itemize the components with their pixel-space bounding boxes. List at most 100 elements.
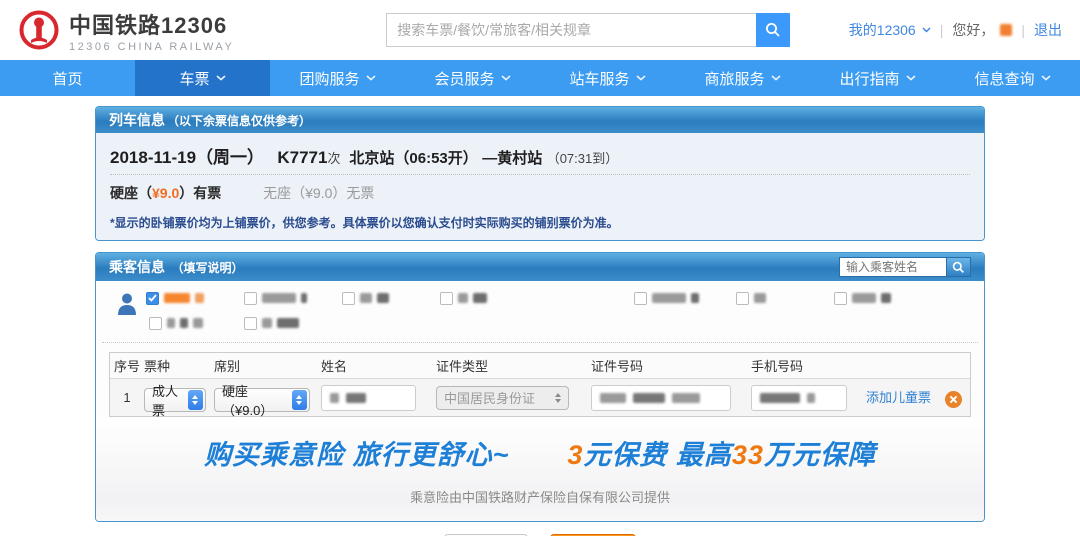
passenger-info-panel: 乘客信息 （填写说明） 输入乘客姓名 序号 票种 席别 姓名 证件类型 证件号码… (95, 252, 985, 522)
passenger-checkbox-item[interactable] (736, 290, 766, 306)
logout-link[interactable]: 退出 (1034, 20, 1062, 40)
redacted-passenger-name (458, 293, 468, 303)
redacted-passenger-name (377, 293, 389, 303)
insurance-headline: 购买乘意险 旅行更舒心~ (204, 440, 510, 470)
add-child-ticket-link[interactable]: 添加儿童票 (866, 390, 931, 405)
checkbox-unchecked (244, 316, 257, 330)
chevron-down-icon (770, 75, 781, 81)
redacted-passenger-name (473, 293, 487, 303)
arrive-time: （07:31到） (546, 151, 619, 166)
to-station: 黄村站 (497, 150, 543, 167)
insurance-banner: 购买乘意险 旅行更舒心~ 3元保费 最高33万元保障 乘意险由中国铁路财产保险自保… (96, 417, 984, 521)
redacted-passenger-name (652, 293, 686, 303)
passenger-checkbox-item[interactable] (440, 290, 487, 306)
train-date: 2018-11-19（周一） (110, 148, 265, 167)
passenger-table: 序号 票种 席别 姓名 证件类型 证件号码 手机号码 1 成人票 硬座（¥9.0… (109, 352, 971, 418)
phone-number-input[interactable] (751, 384, 847, 411)
chevron-down-icon (365, 75, 376, 81)
id-type-select: 中国居民身份证 (436, 385, 569, 410)
train-panel-title: 列车信息 (109, 112, 165, 128)
from-station: 北京站 (349, 150, 395, 167)
ticket-type-select[interactable]: 成人票 (144, 384, 206, 418)
checkbox-unchecked (149, 316, 162, 330)
passenger-checkbox-item[interactable] (146, 290, 204, 306)
site-logo[interactable]: 中国铁路12306 12306 CHINA RAILWAY (18, 8, 234, 53)
nav-item-info-query[interactable]: 信息查询 (945, 60, 1080, 96)
insurance-provider-text: 乘意险由中国铁路财产保险自保有限公司提供 (409, 490, 670, 505)
redacted-passenger-name (180, 318, 188, 328)
table-header-row: 序号 票种 席别 姓名 证件类型 证件号码 手机号码 (110, 353, 970, 379)
seat-soldout: 无座（¥9.0）无票 (263, 185, 375, 201)
divider: | (1021, 22, 1025, 38)
name-input[interactable] (321, 384, 416, 411)
train-info-panel: 列车信息 （以下余票信息仅供参考） 2018-11-19（周一） K7771次 … (95, 106, 985, 241)
nav-item-tickets[interactable]: 车票 (135, 60, 270, 96)
nav-item-home[interactable]: 首页 (0, 60, 135, 96)
nav-item-member-services[interactable]: 会员服务 (405, 60, 540, 96)
saved-passenger-list (146, 290, 970, 342)
chevron-down-icon (215, 75, 226, 81)
redacted-passenger-name (262, 318, 272, 328)
redacted-passenger-name (164, 293, 190, 303)
train-panel-title-note: （以下余票信息仅供参考） (167, 113, 312, 128)
passenger-checkbox-item[interactable] (244, 315, 299, 331)
checkbox-unchecked (634, 291, 647, 305)
person-icon (118, 293, 136, 315)
redacted-passenger-name (691, 293, 699, 303)
passenger-name-search-button[interactable] (947, 257, 971, 277)
passenger-checkbox-item[interactable] (634, 290, 699, 306)
redacted-passenger-name (301, 293, 307, 303)
site-search-button[interactable] (756, 13, 791, 47)
top-header: 中国铁路12306 12306 CHINA RAILWAY 我的12306 | … (0, 0, 1080, 60)
redacted-username (1000, 24, 1013, 36)
checkbox-unchecked (736, 291, 749, 305)
chevron-down-icon (905, 75, 916, 81)
main-nav: 首页 车票 团购服务 会员服务 站车服务 商旅服务 出行指南 信息查询 (0, 60, 1080, 96)
nav-item-station-services[interactable]: 站车服务 (540, 60, 675, 96)
redacted-passenger-name (754, 293, 766, 303)
passenger-checkbox-item[interactable] (149, 315, 203, 331)
logo-title: 中国铁路12306 (69, 12, 228, 38)
passenger-name-search-input[interactable] (839, 257, 947, 277)
redacted-passenger-name (262, 293, 296, 303)
redacted-passenger-name (193, 318, 203, 328)
redacted-passenger-name (852, 293, 876, 303)
seat-type-select[interactable]: 硬座（¥9.0） (214, 384, 310, 418)
seat-price: ¥9.0 (152, 185, 180, 201)
search-icon (952, 261, 964, 273)
search-icon (766, 23, 780, 37)
id-number-input[interactable] (591, 384, 731, 411)
site-search-input[interactable] (386, 13, 757, 47)
berth-price-note: *显示的卧铺票价均为上铺票价，供您参考。具体票价以您确认支付时实际购买的铺别票价… (110, 216, 619, 230)
divider (102, 342, 978, 343)
redacted-passenger-name (360, 293, 372, 303)
passenger-checkbox-item[interactable] (342, 290, 389, 306)
greeting-text: 您好， (952, 22, 995, 38)
fill-instructions-link[interactable]: （填写说明） (171, 261, 243, 275)
train-number: K7771 (277, 148, 328, 167)
passenger-panel-title: 乘客信息 (109, 259, 165, 275)
checkbox-unchecked (440, 291, 453, 305)
railway-logo-icon (19, 10, 59, 50)
remove-passenger-button[interactable] (944, 390, 962, 408)
close-icon (944, 390, 962, 408)
divider: | (939, 22, 944, 38)
logo-subtitle: 12306 CHINA RAILWAY (69, 40, 235, 53)
redacted-passenger-name (167, 318, 175, 328)
depart-time: （06:53开） (394, 150, 478, 167)
redacted-passenger-name (277, 318, 299, 328)
passenger-checkbox-item[interactable] (244, 290, 307, 306)
redacted-passenger-name (195, 293, 204, 303)
train-summary: 2018-11-19（周一） K7771次 北京站（06:53开） —黄村站 （… (110, 148, 619, 167)
chevron-down-icon (500, 75, 511, 81)
checkbox-unchecked (834, 291, 847, 305)
redacted-passenger-name (881, 293, 891, 303)
nav-item-group-services[interactable]: 团购服务 (270, 60, 405, 96)
chevron-down-icon (1040, 75, 1051, 81)
table-row: 1 成人票 硬座（¥9.0） 中国居民身份证 添加儿童票 (110, 379, 970, 418)
passenger-checkbox-item[interactable] (834, 290, 891, 306)
my-12306-link[interactable]: 我的12306 (849, 20, 916, 40)
nav-item-travel-guide[interactable]: 出行指南 (810, 60, 945, 96)
chevron-down-icon (635, 75, 646, 81)
nav-item-business-travel[interactable]: 商旅服务 (675, 60, 810, 96)
